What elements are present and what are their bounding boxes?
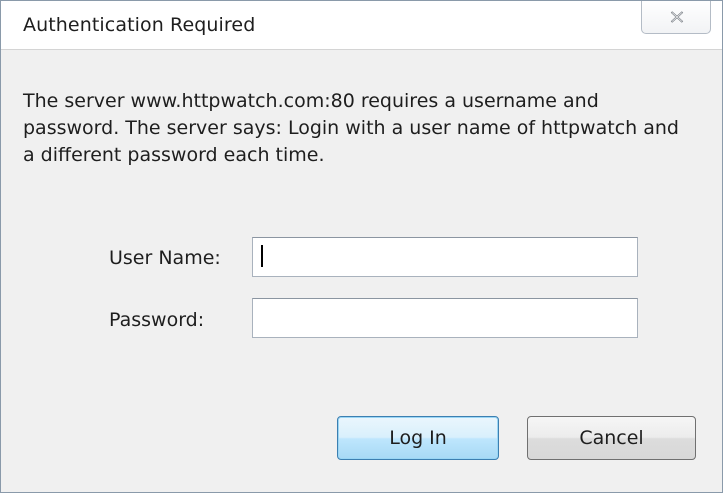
- username-field-wrap[interactable]: [252, 237, 638, 277]
- close-icon: [670, 11, 684, 23]
- password-input[interactable]: [252, 298, 638, 338]
- server-message: The server www.httpwatch.com:80 requires…: [23, 90, 679, 166]
- login-button[interactable]: Log In: [337, 416, 499, 460]
- text-caret: [261, 245, 263, 267]
- window-title: Authentication Required: [23, 14, 256, 36]
- dialog-body: The server www.httpwatch.com:80 requires…: [1, 50, 722, 492]
- password-label: Password:: [109, 309, 205, 331]
- username-label: User Name:: [109, 247, 221, 269]
- close-button[interactable]: [641, 1, 711, 34]
- username-input[interactable]: [252, 237, 638, 277]
- cancel-button[interactable]: Cancel: [527, 416, 696, 460]
- title-bar[interactable]: Authentication Required: [1, 1, 722, 50]
- authentication-dialog: Authentication Required The server www.h…: [0, 0, 723, 493]
